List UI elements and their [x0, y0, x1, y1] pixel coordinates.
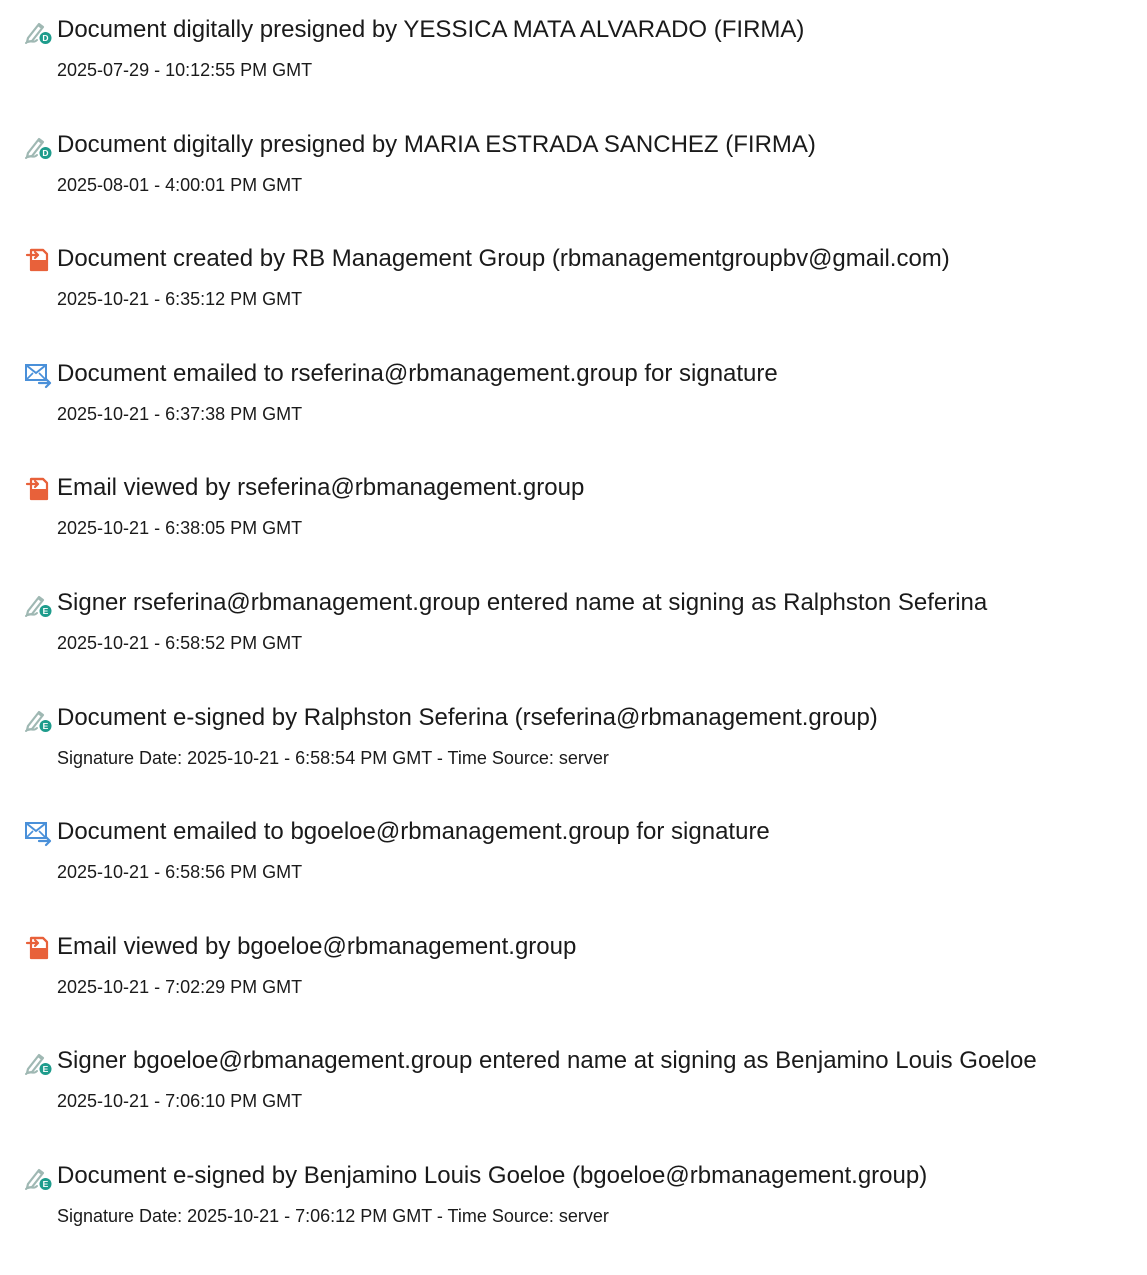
badge-letter: E	[43, 606, 49, 616]
audit-event: E Signer bgoeloe@rbmanagement.group ente…	[0, 1045, 1147, 1160]
audit-event-list: D Document digitally presigned by YESSIC…	[0, 14, 1147, 1275]
email-sent-icon	[24, 361, 52, 389]
audit-event: Email viewed by bgoeloe@rbmanagement.gro…	[0, 931, 1147, 1046]
audit-event: E Signer rseferina@rbmanagement.group en…	[0, 587, 1147, 702]
event-timestamp: 2025-10-21 - 6:35:12 PM GMT	[57, 289, 303, 310]
event-title: Document e-signed by Ralphston Seferina …	[57, 703, 878, 731]
event-title: Document created by RB Management Group …	[57, 245, 950, 273]
badge-letter: E	[43, 1179, 49, 1189]
event-timestamp: 2025-10-21 - 7:06:10 PM GMT	[57, 1091, 303, 1112]
event-title: Signer rseferina@rbmanagement.group ente…	[57, 588, 988, 616]
pen-signature-icon: E	[24, 705, 52, 733]
event-timestamp: 2025-10-21 - 6:58:52 PM GMT	[57, 632, 303, 653]
audit-event: Document emailed to rseferina@rbmanageme…	[0, 358, 1147, 473]
event-title: Document emailed to rseferina@rbmanageme…	[57, 359, 778, 387]
audit-event: E Document e-signed by Benjamino Louis G…	[0, 1160, 1147, 1275]
document-created-icon	[24, 475, 52, 503]
audit-event: E Document e-signed by Ralphston Seferin…	[0, 702, 1147, 817]
event-title: Document digitally presigned by MARIA ES…	[57, 130, 816, 158]
badge-letter: E	[43, 721, 49, 731]
event-title: Document emailed to bgoeloe@rbmanagement…	[57, 818, 770, 846]
event-timestamp: Signature Date: 2025-10-21 - 6:58:54 PM …	[57, 747, 609, 768]
event-title: Email viewed by rseferina@rbmanagement.g…	[57, 474, 585, 502]
event-timestamp: 2025-10-21 - 7:02:29 PM GMT	[57, 976, 303, 997]
event-timestamp: 2025-10-21 - 6:38:05 PM GMT	[57, 518, 303, 539]
event-timestamp: 2025-08-01 - 4:00:01 PM GMT	[57, 174, 303, 195]
audit-event: D Document digitally presigned by MARIA …	[0, 129, 1147, 244]
badge-letter: D	[42, 148, 48, 158]
audit-event: Document emailed to bgoeloe@rbmanagement…	[0, 816, 1147, 931]
badge-letter: E	[43, 1065, 49, 1075]
document-created-icon	[24, 934, 52, 962]
email-sent-icon	[24, 819, 52, 847]
event-timestamp: Signature Date: 2025-10-21 - 7:06:12 PM …	[57, 1205, 609, 1226]
event-title: Document e-signed by Benjamino Louis Goe…	[57, 1161, 928, 1189]
document-created-icon	[24, 246, 52, 274]
event-title: Signer bgoeloe@rbmanagement.group entere…	[57, 1047, 1037, 1075]
event-title: Document digitally presigned by YESSICA …	[57, 16, 805, 43]
event-timestamp: 2025-10-21 - 6:58:56 PM GMT	[57, 862, 303, 883]
pen-signature-icon: E	[24, 1048, 52, 1076]
badge-letter: D	[42, 33, 48, 43]
pen-signature-icon: D	[24, 132, 52, 160]
pen-signature-icon: D	[24, 17, 52, 45]
event-timestamp: 2025-07-29 - 10:12:55 PM GMT	[57, 60, 313, 80]
audit-event: Email viewed by rseferina@rbmanagement.g…	[0, 472, 1147, 587]
audit-event: D Document digitally presigned by YESSIC…	[0, 14, 1147, 129]
pen-signature-icon: E	[24, 1163, 52, 1191]
pen-signature-icon: E	[24, 590, 52, 618]
event-title: Email viewed by bgoeloe@rbmanagement.gro…	[57, 932, 577, 960]
audit-event: Document created by RB Management Group …	[0, 243, 1147, 358]
event-timestamp: 2025-10-21 - 6:37:38 PM GMT	[57, 403, 303, 424]
